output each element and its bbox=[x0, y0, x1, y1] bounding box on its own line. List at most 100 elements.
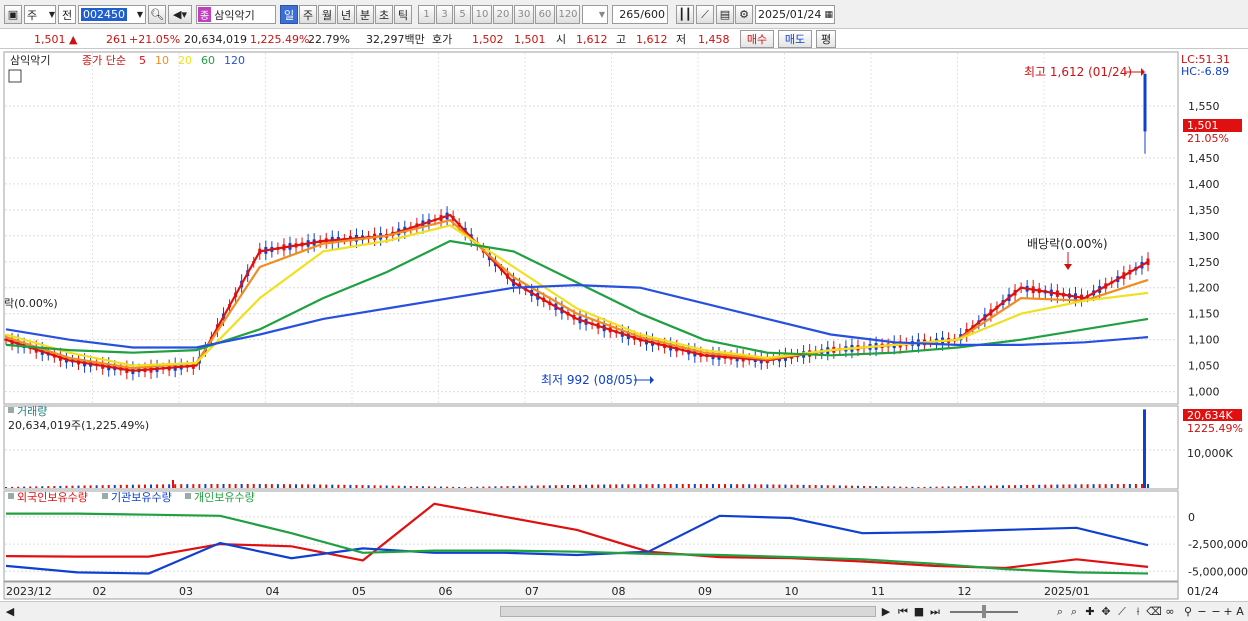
volume-bar bbox=[156, 484, 159, 488]
pan-icon[interactable]: ✥ bbox=[1100, 604, 1112, 619]
date-field[interactable]: 2025/01/24 ▦ bbox=[755, 5, 835, 24]
holdings-legend: 외국인보유수량 기관보유수량 개인보유수량 bbox=[8, 491, 255, 504]
scroll-thumb[interactable] bbox=[500, 606, 876, 617]
volume-bar bbox=[385, 485, 388, 488]
volume-bar bbox=[1008, 485, 1011, 488]
chevron-down-icon: ▼ bbox=[48, 10, 55, 19]
volume-bar bbox=[542, 485, 545, 488]
window-menu-icon[interactable]: ▣ bbox=[4, 5, 22, 24]
step-60[interactable]: 60 bbox=[535, 5, 555, 24]
line-tool-icon[interactable]: ⟋ bbox=[696, 5, 714, 24]
volume-bar bbox=[234, 484, 237, 488]
crosshair-icon[interactable]: ✚ bbox=[1084, 604, 1096, 619]
step-3[interactable]: 3 bbox=[436, 5, 453, 24]
forward-icon[interactable]: ⏭ bbox=[928, 604, 942, 619]
plus-icon[interactable]: + bbox=[1222, 604, 1234, 619]
volume-bar bbox=[1098, 484, 1101, 488]
chart-canvas[interactable]: 1,000 1,050 1,100 1,150 1,200 1,250 1,300 1,350… bbox=[0, 50, 1248, 601]
link-icon[interactable]: ∞ bbox=[1164, 604, 1176, 619]
volume-bar bbox=[1080, 484, 1083, 488]
period-year[interactable]: 년 bbox=[337, 5, 355, 24]
period-month[interactable]: 월 bbox=[318, 5, 336, 24]
zoom-out-icon[interactable]: ⌕ bbox=[1068, 604, 1080, 619]
volume-bar bbox=[899, 486, 902, 488]
volume-bar bbox=[11, 486, 14, 488]
volume-bar bbox=[168, 484, 171, 488]
volume-current-value: 20,634,019주(1,225.49%) bbox=[8, 419, 149, 432]
stock-code-input[interactable]: 002450 ▼ bbox=[78, 5, 146, 24]
minus-small-icon[interactable]: − bbox=[1210, 604, 1222, 619]
step-30[interactable]: 30 bbox=[514, 5, 534, 24]
volume-bar bbox=[639, 484, 642, 488]
period-tick[interactable]: 틱 bbox=[394, 5, 412, 24]
font-size-icon[interactable]: A bbox=[1234, 604, 1246, 619]
period-minute[interactable]: 분 bbox=[356, 5, 374, 24]
chevron-down-icon: ▼ bbox=[136, 10, 143, 19]
period-second[interactable]: 초 bbox=[375, 5, 393, 24]
scroll-right-icon[interactable]: ▶ bbox=[880, 604, 892, 619]
zoom-slider-handle[interactable] bbox=[982, 605, 986, 618]
dividend-annotation: 배당락(0.00%) bbox=[1027, 237, 1108, 251]
volume-bar bbox=[863, 485, 866, 488]
search-icon[interactable]: 🔍︎ bbox=[148, 5, 166, 24]
volume-bar bbox=[748, 484, 751, 488]
stock-name-field[interactable]: 종 삼익악기 bbox=[196, 5, 276, 24]
trade-amount: 32,297백만 bbox=[366, 33, 425, 46]
low-label: 저 bbox=[676, 33, 687, 46]
chart-area[interactable]: 1,000 1,050 1,100 1,150 1,200 1,250 1,300 1,350… bbox=[0, 50, 1248, 601]
magnify-icon[interactable]: ⚲ bbox=[1182, 604, 1194, 619]
eval-button[interactable]: 평 bbox=[816, 30, 836, 48]
period-week[interactable]: 주 bbox=[299, 5, 317, 24]
holdings-legend-icon bbox=[185, 493, 191, 499]
volume-bar bbox=[687, 484, 690, 488]
ruler-icon[interactable]: ⟊ bbox=[1132, 604, 1144, 619]
step-5[interactable]: 5 bbox=[454, 5, 471, 24]
zoom-in-icon[interactable]: ⌕ bbox=[1054, 604, 1066, 619]
rewind-icon[interactable]: ⏮ bbox=[896, 604, 910, 619]
save-icon[interactable]: ▤ bbox=[716, 5, 734, 24]
volume-bar bbox=[881, 486, 884, 488]
interval-select[interactable]: ▼ bbox=[582, 5, 608, 24]
market-select[interactable]: 주 ▼ bbox=[24, 5, 56, 24]
gear-icon[interactable]: ⚙ bbox=[735, 5, 753, 24]
speaker-icon[interactable]: ◀▾ bbox=[168, 5, 192, 24]
volume-bar bbox=[216, 484, 219, 488]
sell-button[interactable]: 매도 bbox=[778, 30, 812, 48]
volume-panel[interactable] bbox=[3, 405, 1179, 490]
step-10[interactable]: 10 bbox=[472, 5, 492, 24]
minus-icon[interactable]: − bbox=[1196, 604, 1208, 619]
volume-bar bbox=[887, 486, 890, 488]
volume-bar bbox=[1122, 484, 1125, 488]
volume-bar bbox=[41, 486, 44, 488]
volume-bar bbox=[17, 486, 20, 488]
step-1[interactable]: 1 bbox=[418, 5, 435, 24]
current-price-value: 1,501 bbox=[34, 32, 66, 46]
step-20[interactable]: 20 bbox=[493, 5, 513, 24]
volume-bar bbox=[566, 485, 569, 488]
price-y-tick: 1,550 bbox=[1188, 100, 1220, 113]
scroll-left-icon[interactable]: ◀ bbox=[4, 604, 16, 619]
prev-button[interactable]: 전 bbox=[58, 5, 76, 24]
volume-bar bbox=[820, 485, 823, 488]
eraser-icon[interactable]: ⌫ bbox=[1146, 604, 1162, 619]
bar-count-field[interactable]: 265/600 bbox=[612, 5, 668, 24]
price-y-tick: 1,100 bbox=[1188, 334, 1220, 347]
volume-bar bbox=[905, 486, 908, 488]
draw-icon[interactable]: ⟋ bbox=[1116, 604, 1128, 619]
panel-settings-icon[interactable] bbox=[8, 69, 22, 83]
volume-bar bbox=[826, 485, 829, 488]
volume-bar bbox=[494, 486, 497, 488]
volume-bar bbox=[995, 485, 998, 488]
step-120[interactable]: 120 bbox=[556, 5, 580, 24]
volume-bar bbox=[192, 484, 195, 488]
volume-bar bbox=[1074, 484, 1077, 488]
volume-bar bbox=[681, 484, 684, 488]
volume-bar bbox=[1026, 484, 1029, 488]
volume-bar bbox=[711, 484, 714, 488]
scroll-bar[interactable]: ◀ ▶ ⏮ ■ ⏭ ⌕ ⌕ ✚ ✥ ⟋ ⟊ ⌫ ∞ ⚲ − − + A bbox=[0, 601, 1248, 621]
buy-button[interactable]: 매수 bbox=[740, 30, 774, 48]
period-day[interactable]: 일 bbox=[280, 5, 298, 24]
stop-icon[interactable]: ■ bbox=[912, 604, 926, 619]
volume-legend-icon bbox=[8, 407, 14, 413]
candle-icon[interactable]: ┃┃ bbox=[676, 5, 694, 24]
